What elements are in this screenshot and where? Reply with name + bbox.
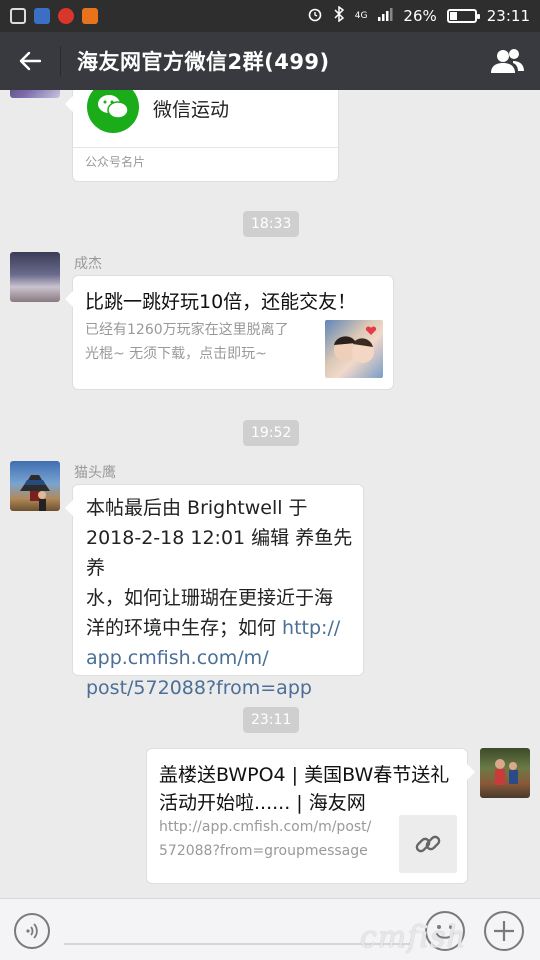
card-footer: 公众号名片 (85, 155, 146, 169)
card-divider (73, 147, 338, 148)
chat-title: 海友网官方微信2群(499) (77, 50, 330, 74)
bluetooth-icon (333, 5, 345, 26)
app-notification-icon (34, 8, 50, 24)
network-type-label: 4G (354, 11, 368, 21)
clock: 23:11 (486, 7, 530, 25)
signal-icon (377, 7, 393, 25)
share-thumbnail (325, 320, 383, 378)
timestamp: 23:11 (243, 707, 300, 733)
alarm-icon (307, 6, 323, 26)
timestamp: 18:33 (243, 211, 300, 237)
back-arrow-icon (19, 51, 41, 71)
sender-name: 成杰 (74, 256, 102, 272)
watermark: cmfish (360, 920, 467, 955)
wechat-sport-icon (87, 90, 139, 133)
battery-percent: 26% (403, 7, 437, 25)
notification-icons (10, 8, 98, 24)
taobao-icon (82, 8, 98, 24)
avatar[interactable] (480, 748, 530, 798)
avatar[interactable] (10, 461, 60, 511)
message-link[interactable]: http:// (282, 617, 340, 639)
message-input[interactable] (64, 943, 410, 945)
share-description: 已经有1260万玩家在这里脱离了 光棍~ 无须下载，点击即玩~ (85, 318, 325, 366)
avatar[interactable] (10, 252, 60, 302)
message-link[interactable]: post/572088?from=app (86, 673, 363, 703)
sender-name: 猫头鹰 (74, 465, 116, 481)
share-title: 盖楼送BWPO4 | 美国BW春节送礼 活动开始啦...... | 海友网 (159, 761, 459, 817)
shared-link-message[interactable]: 比跳一跳好玩10倍，还能交友！ 已经有1260万玩家在这里脱离了 光棍~ 无须下… (65, 275, 394, 390)
message-line: 洋的环境中生存；如何 http:// (86, 613, 363, 643)
share-thumbnail (399, 815, 457, 873)
group-members-icon (491, 49, 524, 73)
timestamp: 19:52 (243, 420, 300, 446)
contact-card-message[interactable]: 微信运动 公众号名片 (65, 90, 339, 182)
more-options-button[interactable] (484, 911, 524, 951)
message-line: 水，如何让珊瑚在更接近于海 (86, 587, 334, 609)
share-description: http://app.cmfish.com/m/post/ 572088?fro… (159, 815, 399, 863)
plus-icon (494, 921, 514, 941)
share-title-line: 盖楼送BWPO4 | 美国BW春节送礼 (159, 764, 450, 786)
share-title-line: 活动开始啦...... | 海友网 (159, 792, 366, 814)
share-description-line: 已经有1260万玩家在这里脱离了 (85, 322, 289, 338)
share-description-line: 572088?from=groupmessage (159, 843, 368, 859)
link-icon (415, 835, 441, 853)
message-text: 本帖最后由 Brightwell 于 2018-2-18 12:01 编辑 养鱼… (86, 493, 363, 703)
share-description-line: http://app.cmfish.com/m/post/ (159, 819, 372, 835)
text-message[interactable]: 本帖最后由 Brightwell 于 2018-2-18 12:01 编辑 养鱼… (65, 484, 364, 699)
header-divider (60, 46, 61, 76)
voice-button[interactable] (14, 913, 50, 949)
avatar[interactable] (10, 90, 60, 98)
status-bar: 4G 26% 23:11 (0, 0, 540, 32)
card-name: 微信运动 (153, 99, 230, 121)
message-line: 2018-2-18 12:01 编辑 养鱼先养 (86, 527, 353, 579)
message-line: 本帖最后由 Brightwell 于 (86, 497, 308, 519)
group-members-button[interactable] (488, 44, 526, 78)
voice-icon (26, 923, 38, 939)
message-text-segment: 洋的环境中生存；如何 (86, 617, 283, 639)
back-button[interactable] (0, 32, 60, 90)
shared-link-message[interactable]: 盖楼送BWPO4 | 美国BW春节送礼 活动开始啦...... | 海友网 ht… (146, 748, 475, 884)
chat-message-list[interactable]: 微信运动 公众号名片 18:33 成杰 比跳一跳好玩10倍，还能交友！ 已经有1… (0, 90, 540, 898)
share-description-line: 光棍~ 无须下载，点击即玩~ (85, 346, 267, 362)
battery-icon (446, 9, 480, 23)
message-link[interactable]: app.cmfish.com/m/ (86, 643, 363, 673)
weibo-icon (58, 8, 74, 24)
screenshot-icon (10, 8, 26, 24)
share-title: 比跳一跳好玩10倍，还能交友！ (85, 291, 357, 313)
chat-header: 海友网官方微信2群(499) (0, 32, 540, 90)
